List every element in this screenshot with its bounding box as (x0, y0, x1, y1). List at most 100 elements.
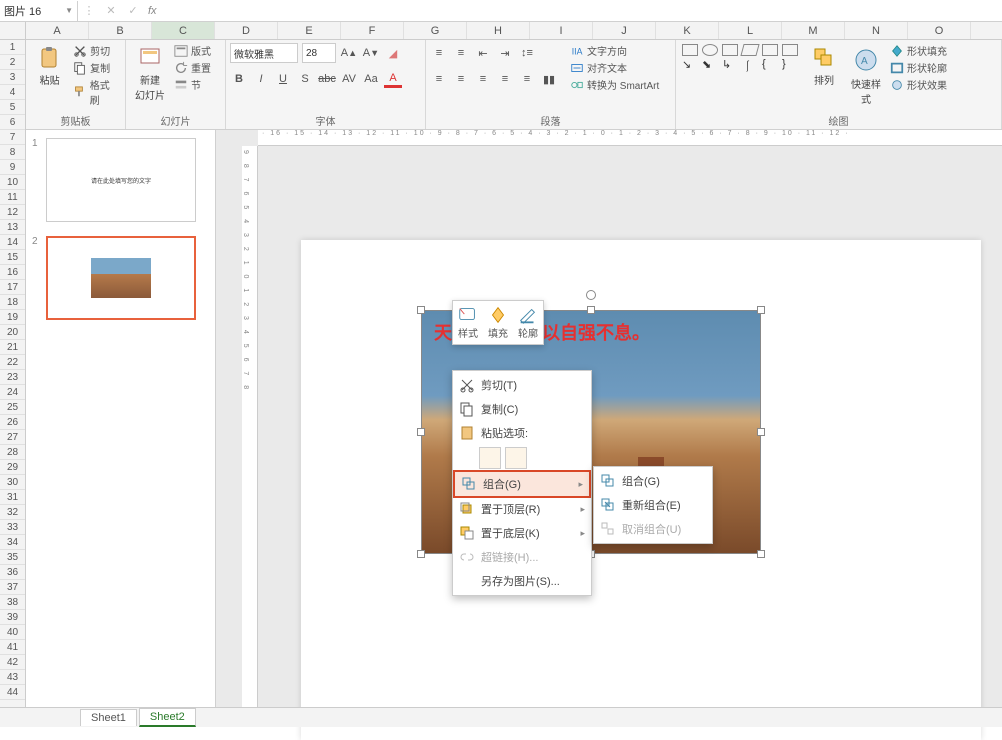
row-25[interactable]: 25 (0, 400, 25, 415)
row-38[interactable]: 38 (0, 595, 25, 610)
row-24[interactable]: 24 (0, 385, 25, 400)
sub-regroup[interactable]: 重新组合(E) (594, 493, 712, 517)
row-27[interactable]: 27 (0, 430, 25, 445)
row-5[interactable]: 5 (0, 100, 25, 115)
handle-bl[interactable] (417, 550, 425, 558)
col-O[interactable]: O (908, 22, 971, 39)
bullets-icon[interactable]: ≡ (430, 44, 448, 62)
col-N[interactable]: N (845, 22, 908, 39)
font-size-select[interactable]: 28 (302, 43, 336, 63)
row-41[interactable]: 41 (0, 640, 25, 655)
font-name-select[interactable]: 微软雅黑 (230, 43, 298, 63)
cut-button[interactable]: 剪切 (71, 42, 121, 59)
col-K[interactable]: K (656, 22, 719, 39)
row-39[interactable]: 39 (0, 610, 25, 625)
handle-tl[interactable] (417, 306, 425, 314)
row-29[interactable]: 29 (0, 460, 25, 475)
row-14[interactable]: 14 (0, 235, 25, 250)
col-C[interactable]: C (152, 22, 215, 39)
col-G[interactable]: G (404, 22, 467, 39)
shape-outline-button[interactable]: 形状轮廓 (888, 59, 949, 76)
row-19[interactable]: 19 (0, 310, 25, 325)
italic-icon[interactable]: I (252, 70, 270, 88)
row-11[interactable]: 11 (0, 190, 25, 205)
row-35[interactable]: 35 (0, 550, 25, 565)
change-case-icon[interactable]: Aa (362, 70, 380, 88)
ctx-send-back[interactable]: 置于底层(K)▸ (453, 521, 591, 545)
col-F[interactable]: F (341, 22, 404, 39)
clear-format-icon[interactable]: ◢ (384, 44, 402, 62)
row-8[interactable]: 8 (0, 145, 25, 160)
ctx-hyperlink[interactable]: 超链接(H)... (453, 545, 591, 569)
mini-fill-button[interactable]: 填充 (487, 305, 509, 340)
row-4[interactable]: 4 (0, 85, 25, 100)
row-15[interactable]: 15 (0, 250, 25, 265)
name-box[interactable]: 图片 16 ▼ (0, 1, 78, 21)
grow-font-icon[interactable]: A▲ (340, 44, 358, 62)
align-center-icon[interactable]: ≡ (452, 70, 470, 88)
font-color-icon[interactable]: A (384, 70, 402, 88)
handle-r[interactable] (757, 428, 765, 436)
bold-icon[interactable]: B (230, 70, 248, 88)
smartart-button[interactable]: 转换为 SmartArt (568, 76, 661, 93)
row-40[interactable]: 40 (0, 625, 25, 640)
shape-effect-button[interactable]: 形状效果 (888, 76, 949, 93)
text-direction-button[interactable]: IIA文字方向 (568, 42, 661, 59)
new-slide-button[interactable]: 新建 幻灯片 (130, 42, 170, 106)
thumb-2[interactable]: 2 (32, 236, 209, 320)
row-9[interactable]: 9 (0, 160, 25, 175)
fx-icon[interactable]: fx (144, 5, 161, 17)
align-right-icon[interactable]: ≡ (474, 70, 492, 88)
col-M[interactable]: M (782, 22, 845, 39)
align-left-icon[interactable]: ≡ (430, 70, 448, 88)
row-42[interactable]: 42 (0, 655, 25, 670)
row-10[interactable]: 10 (0, 175, 25, 190)
line-spacing-icon[interactable]: ↕≡ (518, 44, 536, 62)
col-D[interactable]: D (215, 22, 278, 39)
justify-icon[interactable]: ≡ (496, 70, 514, 88)
row-17[interactable]: 17 (0, 280, 25, 295)
thumb-1[interactable]: 1 请在此处填写您的文字 (32, 138, 209, 222)
shrink-font-icon[interactable]: A▼ (362, 44, 380, 62)
select-all-corner[interactable] (0, 22, 26, 39)
col-J[interactable]: J (593, 22, 656, 39)
format-painter-button[interactable]: 格式刷 (71, 76, 121, 108)
handle-t[interactable] (587, 306, 595, 314)
handle-l[interactable] (417, 428, 425, 436)
shape-fill-button[interactable]: 形状填充 (888, 42, 949, 59)
reset-button[interactable]: 重置 (172, 59, 213, 76)
col-E[interactable]: E (278, 22, 341, 39)
col-L[interactable]: L (719, 22, 782, 39)
copy-button[interactable]: 复制 (71, 59, 121, 76)
row-22[interactable]: 22 (0, 355, 25, 370)
row-26[interactable]: 26 (0, 415, 25, 430)
mini-outline-button[interactable]: 轮廓 (517, 305, 539, 340)
row-23[interactable]: 23 (0, 370, 25, 385)
ctx-group[interactable]: 组合(G)▸ (453, 470, 591, 498)
handle-tr[interactable] (757, 306, 765, 314)
arrange-button[interactable]: 排列 (804, 42, 844, 91)
confirm-icon[interactable]: ✓ (122, 4, 144, 17)
mini-style-button[interactable]: 样式 (457, 305, 479, 340)
dec-indent-icon[interactable]: ⇤ (474, 44, 492, 62)
row-2[interactable]: 2 (0, 55, 25, 70)
tab-sheet2[interactable]: Sheet2 (139, 708, 196, 727)
row-21[interactable]: 21 (0, 340, 25, 355)
ctx-copy[interactable]: 复制(C) (453, 397, 591, 421)
row-12[interactable]: 12 (0, 205, 25, 220)
col-I[interactable]: I (530, 22, 593, 39)
dropdown-icon[interactable]: ▼ (65, 6, 73, 15)
quick-style-button[interactable]: A 快速样式 (846, 42, 886, 110)
row-13[interactable]: 13 (0, 220, 25, 235)
strike-icon[interactable]: S (296, 70, 314, 88)
row-1[interactable]: 1 (0, 40, 25, 55)
row-43[interactable]: 43 (0, 670, 25, 685)
row-7[interactable]: 7 (0, 130, 25, 145)
columns-icon[interactable]: ▮▮ (540, 70, 558, 88)
rotate-handle[interactable] (586, 290, 596, 300)
col-A[interactable]: A (26, 22, 89, 39)
strikethrough-icon[interactable]: abc (318, 70, 336, 88)
row-20[interactable]: 20 (0, 325, 25, 340)
sub-group[interactable]: 组合(G) (594, 469, 712, 493)
char-spacing-icon[interactable]: AV (340, 70, 358, 88)
